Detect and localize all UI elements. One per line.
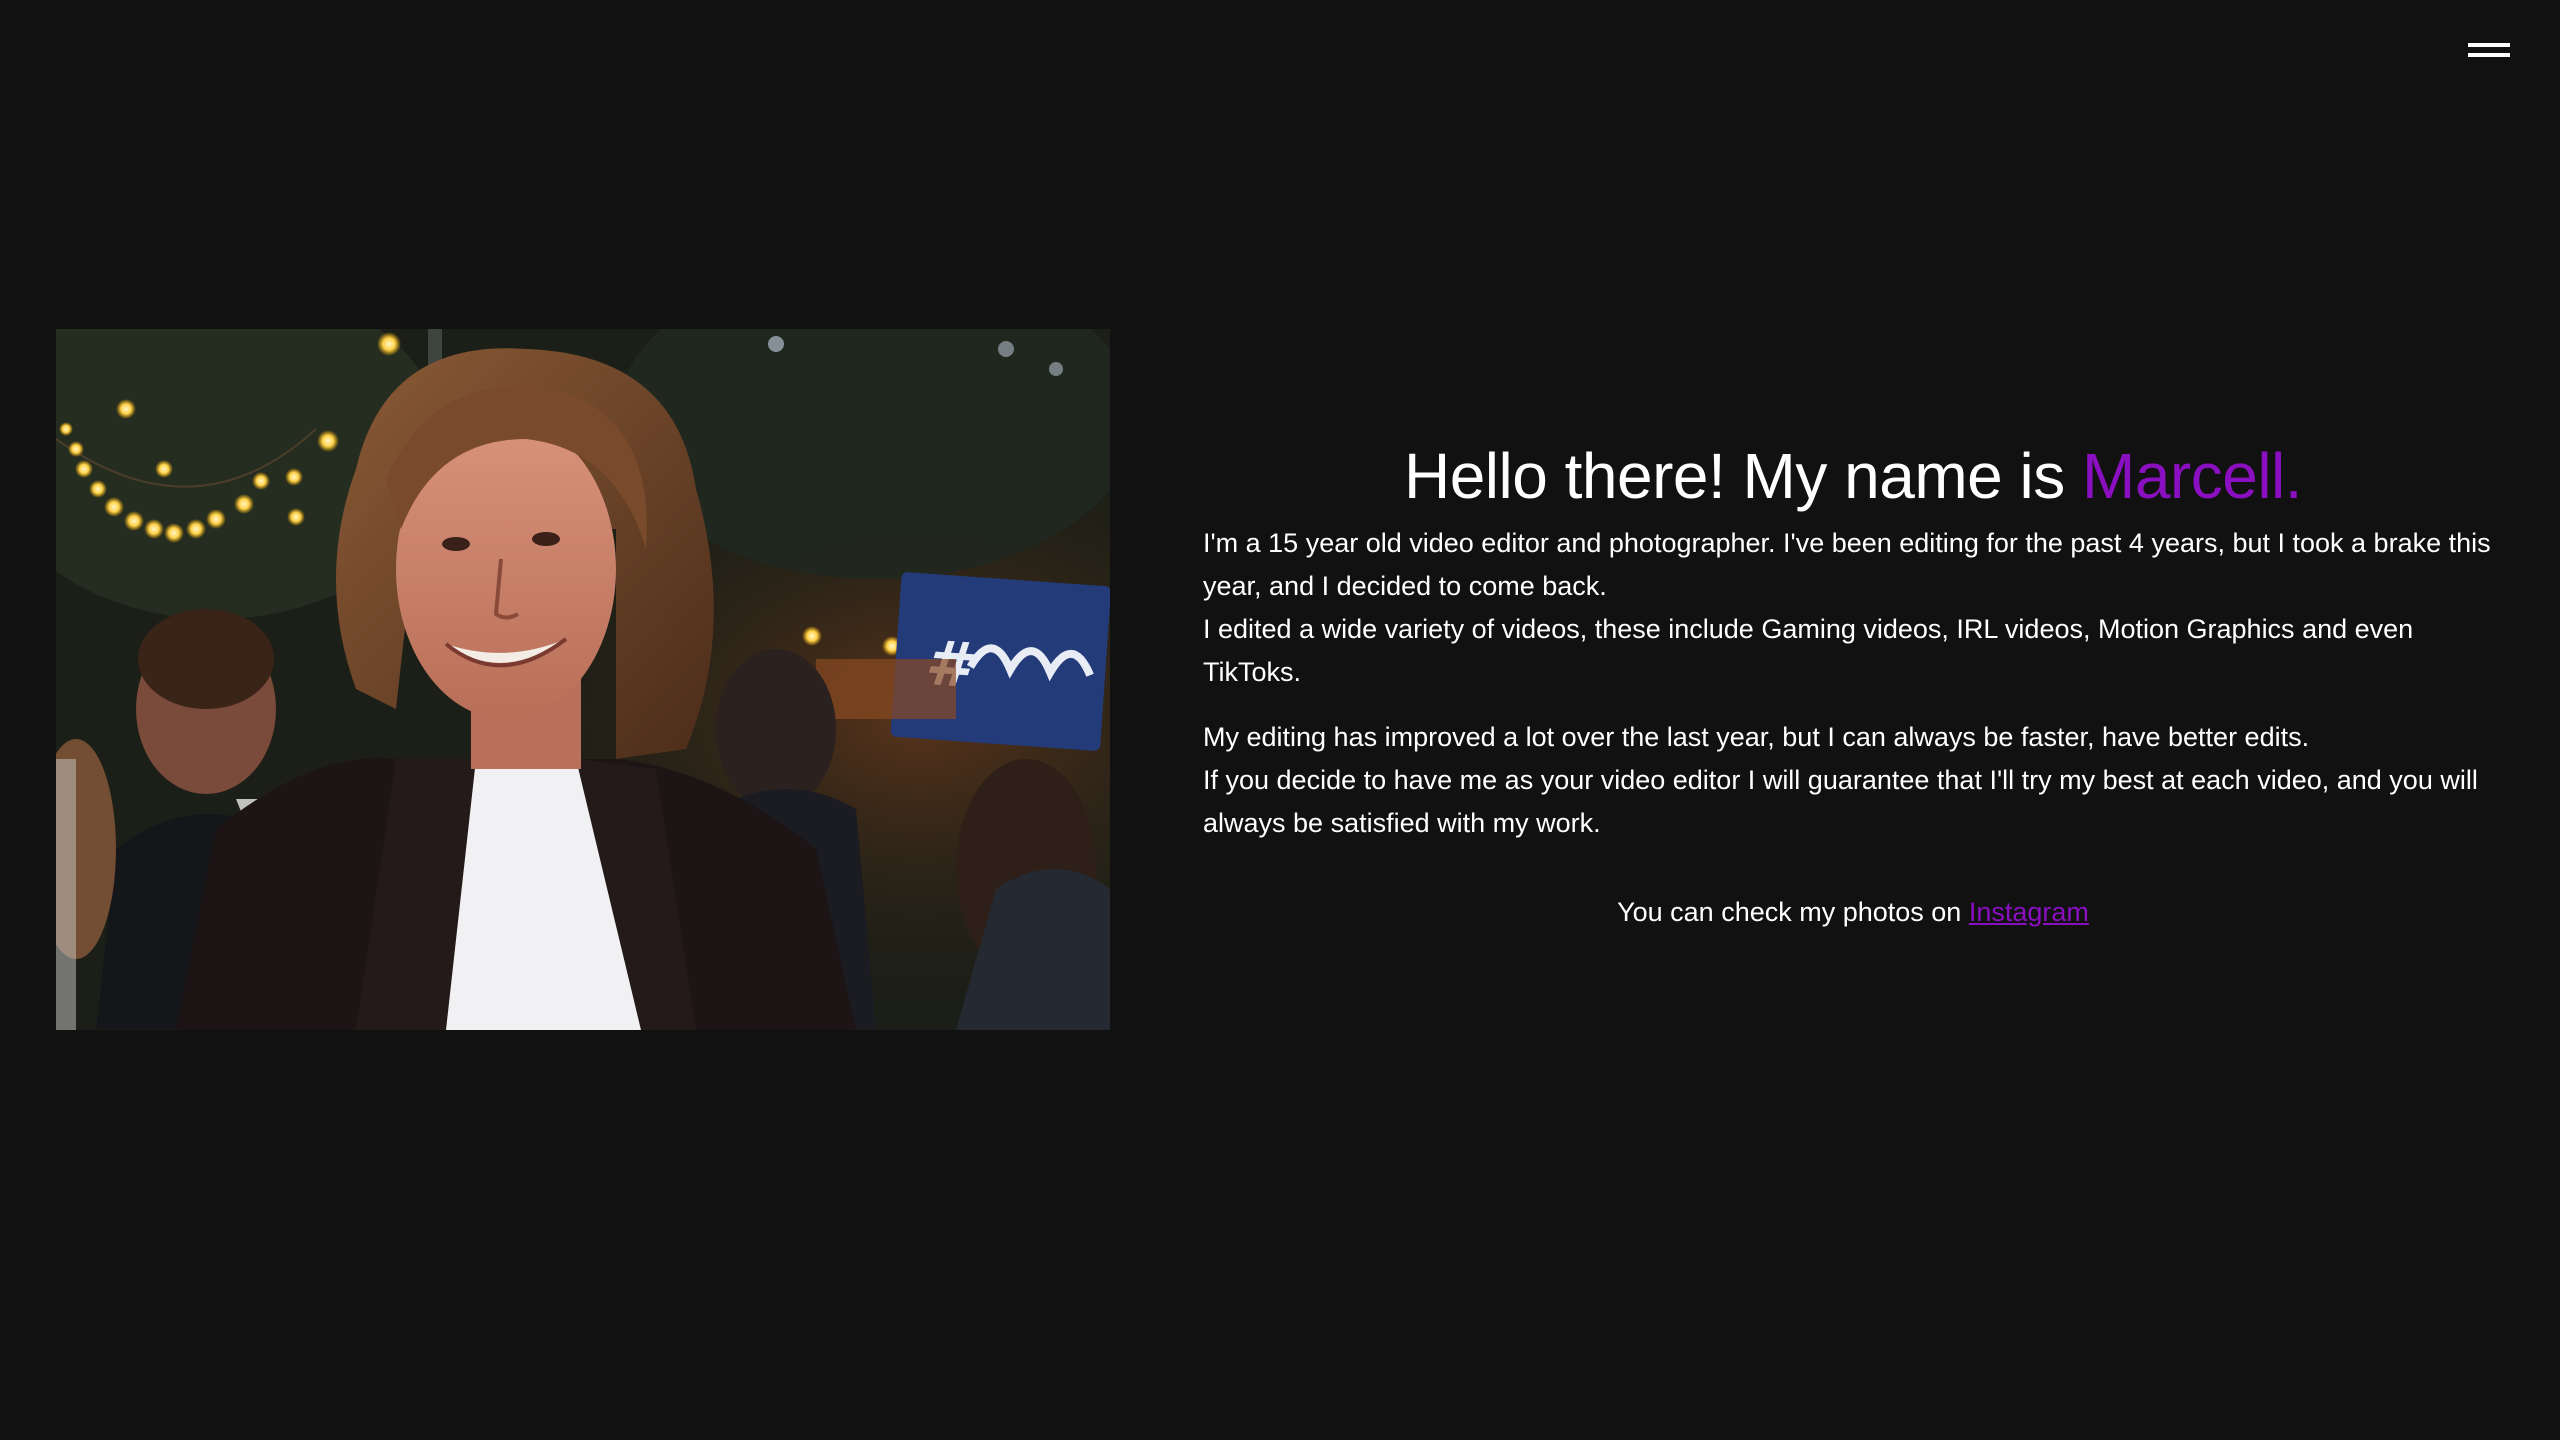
experience-line-1: My editing has improved a lot over the l… (1203, 722, 2310, 752)
intro-paragraph: I'm a 15 year old video editor and photo… (1203, 522, 2503, 694)
page-title: Hello there! My name is Marcell. (1203, 430, 2503, 522)
instagram-link[interactable]: Instagram (1969, 897, 2089, 927)
headline-prefix: Hello there! My name is (1403, 440, 2082, 512)
cta-text: You can check my photos on (1617, 897, 1969, 927)
intro-line-1: I'm a 15 year old video editor and photo… (1203, 528, 2491, 601)
profile-photo: # (56, 329, 1110, 1030)
about-section: Hello there! My name is Marcell. I'm a 1… (1203, 430, 2503, 934)
instagram-cta: You can check my photos on Instagram (1203, 891, 2503, 934)
menu-button[interactable] (2466, 38, 2512, 62)
experience-line-2: If you decide to have me as your video e… (1203, 765, 2478, 838)
hamburger-menu-icon (2468, 43, 2510, 47)
hamburger-menu-icon-bar (2468, 53, 2510, 57)
headline-name: Marcell. (2082, 440, 2303, 512)
experience-paragraph: My editing has improved a lot over the l… (1203, 716, 2503, 845)
intro-line-2: I edited a wide variety of videos, these… (1203, 614, 2414, 687)
